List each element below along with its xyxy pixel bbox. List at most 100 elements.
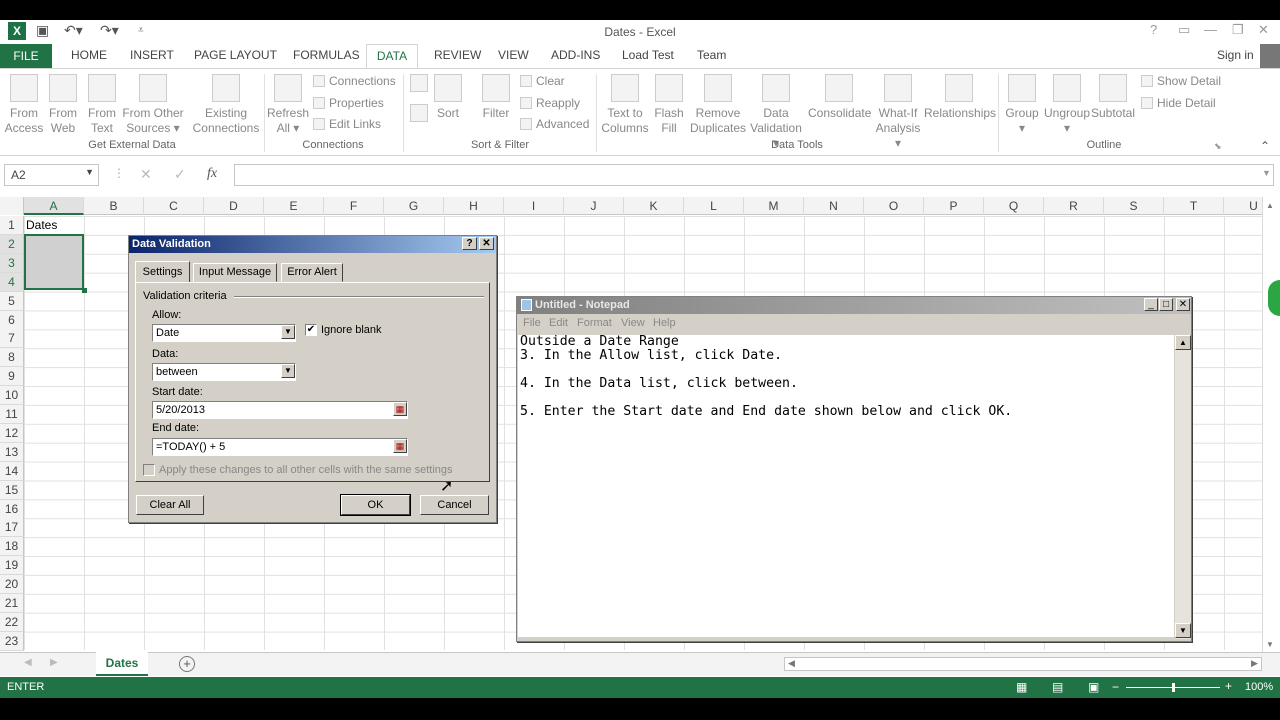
row-header-11[interactable]: 11: [0, 405, 24, 424]
minimize-icon[interactable]: _: [1144, 298, 1158, 311]
zoom-out-icon[interactable]: −: [1112, 680, 1119, 694]
vertical-scrollbar[interactable]: [1262, 197, 1280, 652]
sort-button[interactable]: Sort: [432, 74, 464, 121]
tab-file[interactable]: FILE: [0, 44, 52, 68]
row-header-5[interactable]: 5: [0, 291, 24, 311]
column-header-q[interactable]: Q: [984, 197, 1044, 215]
column-header-j[interactable]: J: [564, 197, 624, 215]
tab-input-message[interactable]: Input Message: [193, 263, 277, 282]
restore-icon[interactable]: ❐: [1232, 22, 1244, 38]
minimize-icon[interactable]: —: [1204, 22, 1217, 37]
row-header-8[interactable]: 8: [0, 348, 24, 368]
expand-formula-bar-icon[interactable]: ▼: [1262, 168, 1271, 178]
notepad-text[interactable]: Outside a Date Range 3. In the Allow lis…: [518, 335, 1174, 637]
tab-formulas[interactable]: FORMULAS: [293, 48, 360, 62]
menu-edit[interactable]: Edit: [549, 317, 568, 329]
text-to-columns-button[interactable]: Text to Columns: [600, 74, 650, 136]
row-header-1[interactable]: 1: [0, 216, 24, 235]
row-header-17[interactable]: 17: [0, 518, 24, 538]
column-header-m[interactable]: M: [744, 197, 804, 215]
filter-button[interactable]: Filter: [478, 74, 514, 121]
add-sheet-icon[interactable]: +: [179, 656, 195, 672]
column-header-r[interactable]: R: [1044, 197, 1104, 215]
advanced-button[interactable]: Advanced: [520, 117, 589, 131]
tab-data[interactable]: DATA: [366, 44, 418, 69]
clear-all-button[interactable]: Clear All: [136, 495, 204, 515]
row-header-23[interactable]: 23: [0, 631, 24, 651]
tab-home[interactable]: HOME: [71, 48, 107, 62]
row-header-6[interactable]: 6: [0, 310, 24, 330]
column-header-p[interactable]: P: [924, 197, 984, 215]
column-header-f[interactable]: F: [324, 197, 384, 215]
maximize-icon[interactable]: □: [1159, 298, 1173, 311]
row-header-12[interactable]: 12: [0, 423, 24, 443]
account-avatar[interactable]: [1260, 44, 1280, 68]
zoom-slider-thumb[interactable]: [1172, 683, 1175, 692]
cancel-button[interactable]: Cancel: [420, 495, 489, 515]
from-access-button[interactable]: From Access: [4, 74, 44, 136]
column-header-l[interactable]: L: [684, 197, 744, 215]
dialog-launcher-icon[interactable]: ⬊: [1214, 141, 1222, 152]
column-header-d[interactable]: D: [204, 197, 264, 215]
sort-za-button[interactable]: [408, 104, 430, 126]
tab-add-ins[interactable]: ADD-INS: [551, 48, 600, 62]
refresh-all-button[interactable]: Refresh All ▾: [266, 74, 310, 136]
sort-az-button[interactable]: [408, 74, 430, 96]
sign-in-link[interactable]: Sign in: [1217, 48, 1254, 62]
column-header-o[interactable]: O: [864, 197, 924, 215]
connections-button[interactable]: Connections: [313, 74, 396, 88]
horizontal-scrollbar[interactable]: [784, 657, 1262, 671]
from-other-sources-button[interactable]: From Other Sources ▾: [122, 74, 184, 136]
end-date-input[interactable]: =TODAY() + 5 ▦: [152, 438, 408, 456]
tab-review[interactable]: REVIEW: [434, 48, 481, 62]
formula-input[interactable]: [234, 164, 1274, 186]
scroll-down-icon[interactable]: ▼: [1175, 623, 1191, 638]
collapse-ribbon-icon[interactable]: ⌃: [1260, 139, 1270, 153]
select-all-corner[interactable]: [0, 197, 24, 215]
from-web-button[interactable]: From Web: [46, 74, 80, 136]
ungroup-button[interactable]: Ungroup ▾: [1042, 74, 1092, 136]
what-if-analysis-button[interactable]: What-If Analysis ▾: [872, 74, 924, 151]
page-layout-view-icon[interactable]: ▤: [1052, 680, 1063, 694]
tab-insert[interactable]: INSERT: [130, 48, 174, 62]
tab-load-test[interactable]: Load Test: [622, 48, 674, 62]
clear-button[interactable]: Clear: [520, 74, 565, 88]
row-header-22[interactable]: 22: [0, 612, 24, 632]
row-header-14[interactable]: 14: [0, 461, 24, 481]
subtotal-button[interactable]: Subtotal: [1090, 74, 1136, 121]
row-header-2[interactable]: 2: [0, 234, 24, 254]
row-header-4[interactable]: 4: [0, 272, 24, 292]
data-select[interactable]: between ▼: [152, 363, 296, 381]
sheet-prev-icon[interactable]: ◀: [24, 657, 32, 668]
help-icon[interactable]: ?: [462, 237, 477, 250]
flash-fill-button[interactable]: Flash Fill: [652, 74, 686, 136]
tab-error-alert[interactable]: Error Alert: [281, 263, 343, 282]
normal-view-icon[interactable]: ▦: [1016, 680, 1027, 694]
tab-page-layout[interactable]: PAGE LAYOUT: [194, 48, 277, 62]
scroll-right-icon[interactable]: ▶: [1251, 658, 1258, 669]
column-header-s[interactable]: S: [1104, 197, 1164, 215]
sheet-next-icon[interactable]: ▶: [50, 657, 58, 668]
sheet-tab-dates[interactable]: Dates: [96, 652, 148, 676]
column-header-n[interactable]: N: [804, 197, 864, 215]
help-icon[interactable]: ?: [1150, 22, 1157, 37]
scroll-down-icon[interactable]: ▼: [1266, 640, 1274, 649]
row-header-7[interactable]: 7: [0, 329, 24, 349]
show-detail-button[interactable]: Show Detail: [1141, 74, 1221, 88]
column-header-b[interactable]: B: [84, 197, 144, 215]
row-header-21[interactable]: 21: [0, 594, 24, 613]
hide-detail-button[interactable]: Hide Detail: [1141, 96, 1216, 110]
tab-view[interactable]: VIEW: [498, 48, 529, 62]
close-icon[interactable]: ✕: [479, 237, 494, 250]
ribbon-display-icon[interactable]: ▭: [1178, 22, 1190, 38]
consolidate-button[interactable]: Consolidate: [808, 74, 871, 121]
row-header-16[interactable]: 16: [0, 499, 24, 519]
properties-button[interactable]: Properties: [313, 96, 384, 110]
column-header-h[interactable]: H: [444, 197, 504, 215]
menu-help[interactable]: Help: [653, 317, 676, 329]
tab-team[interactable]: Team: [697, 48, 726, 62]
row-header-19[interactable]: 19: [0, 556, 24, 576]
row-header-9[interactable]: 9: [0, 367, 24, 387]
range-picker-icon[interactable]: ▦: [393, 402, 407, 416]
edit-links-button[interactable]: Edit Links: [313, 117, 381, 131]
